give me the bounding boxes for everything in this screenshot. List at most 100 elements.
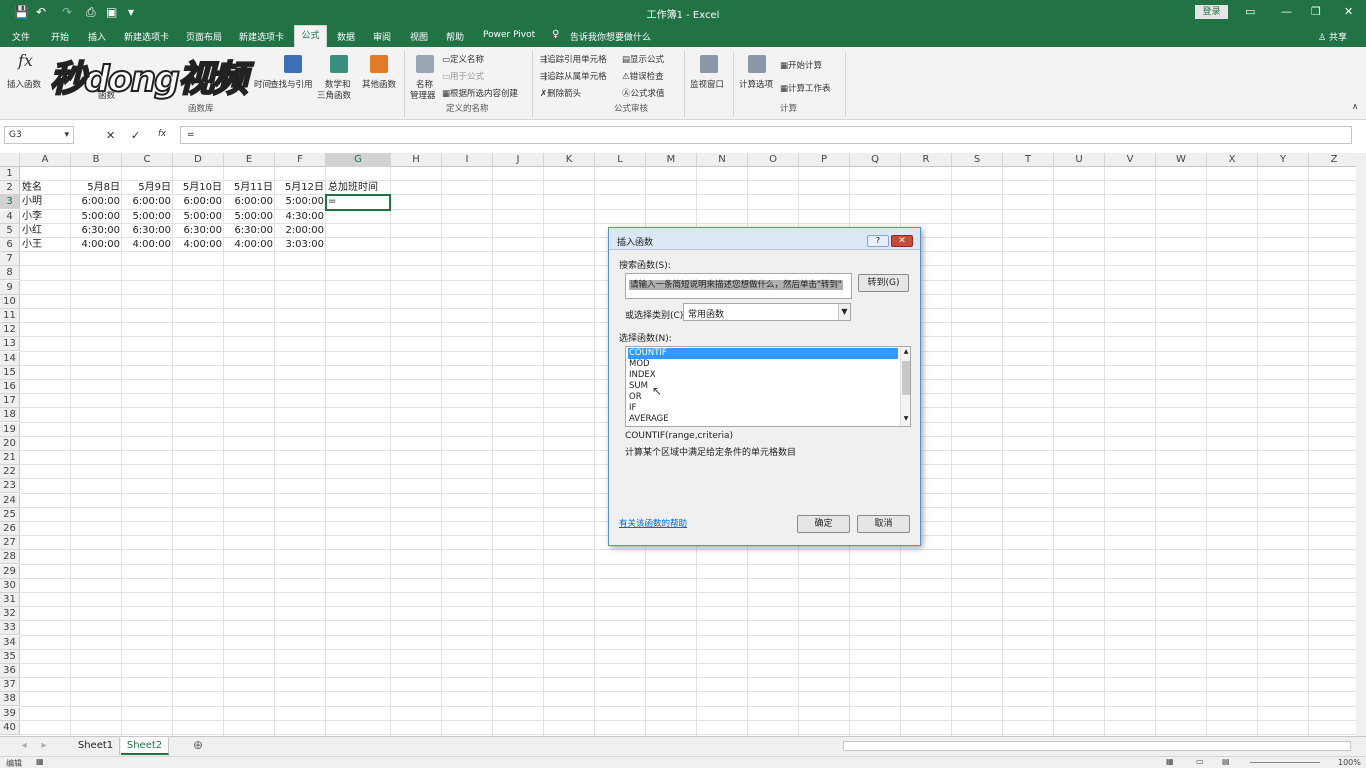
maximize-icon[interactable]: ❐ <box>1311 5 1321 18</box>
row-header[interactable]: 39 <box>0 706 20 721</box>
cell[interactable]: 6:00:00 <box>122 195 171 209</box>
column-header[interactable]: X <box>1207 153 1258 167</box>
cell[interactable]: 4:00:00 <box>224 238 273 252</box>
row-header[interactable]: 23 <box>0 479 20 494</box>
row-header[interactable]: 25 <box>0 507 20 522</box>
column-header[interactable]: V <box>1105 153 1156 167</box>
insert-function-button[interactable]: 插入函数 <box>7 78 41 90</box>
row-header[interactable]: 18 <box>0 408 20 423</box>
row-header[interactable]: 5 <box>0 223 20 238</box>
row-header[interactable]: 30 <box>0 578 20 593</box>
row-header[interactable]: 3 <box>0 195 20 210</box>
row-header[interactable]: 17 <box>0 394 20 409</box>
row-header[interactable]: 22 <box>0 465 20 480</box>
cell[interactable]: 5:00:00 <box>224 210 273 224</box>
cell[interactable]: 6:30:00 <box>224 224 273 238</box>
row-header[interactable]: 40 <box>0 720 20 735</box>
cell[interactable]: 小红 <box>22 224 42 238</box>
cell[interactable]: 小李 <box>22 210 42 224</box>
column-header[interactable]: A <box>20 153 71 167</box>
row-header[interactable]: 2 <box>0 181 20 196</box>
column-header[interactable]: Q <box>850 153 901 167</box>
row-header[interactable]: 16 <box>0 380 20 394</box>
function-list[interactable]: COUNTIF MOD INDEX SUM OR IF AVERAGE ▲ ▼ <box>625 346 911 427</box>
row-header[interactable]: 19 <box>0 422 20 437</box>
close-icon[interactable]: ✕ <box>891 235 913 247</box>
row-header[interactable]: 28 <box>0 550 20 565</box>
row-header[interactable]: 9 <box>0 280 20 295</box>
page-break-view-icon[interactable]: ▤ <box>1222 757 1230 766</box>
column-header[interactable]: T <box>1003 153 1054 167</box>
column-header[interactable]: C <box>122 153 173 167</box>
share-button[interactable]: ♙ 共享 <box>1318 30 1347 43</box>
row-header[interactable]: 14 <box>0 351 20 366</box>
cell[interactable]: 6:30:00 <box>71 224 120 238</box>
row-header[interactable]: 10 <box>0 294 20 309</box>
tab-help[interactable]: 帮助 <box>446 30 464 43</box>
cell[interactable]: 5月9日 <box>122 181 171 195</box>
cell[interactable]: 5月10日 <box>173 181 222 195</box>
column-header[interactable]: I <box>442 153 493 167</box>
cell[interactable]: 5:00:00 <box>275 195 324 209</box>
add-sheet-icon[interactable]: ⊕ <box>190 737 206 755</box>
column-header[interactable]: B <box>71 153 122 167</box>
insert-function-icon[interactable]: fx <box>158 129 166 139</box>
cell[interactable]: 5月12日 <box>275 181 324 195</box>
column-header[interactable]: E <box>224 153 275 167</box>
math-trig-button-line2[interactable]: 三角函数 <box>317 89 351 101</box>
cell[interactable]: 4:00:00 <box>173 238 222 252</box>
row-header[interactable]: 35 <box>0 649 20 664</box>
column-header[interactable]: F <box>275 153 326 167</box>
enter-icon[interactable]: ✓ <box>131 129 140 142</box>
row-header[interactable]: 27 <box>0 536 20 551</box>
tab-review[interactable]: 审阅 <box>373 30 391 43</box>
cell[interactable]: 小王 <box>22 238 42 252</box>
normal-view-icon[interactable]: ▦ <box>1166 757 1174 766</box>
cell[interactable]: 5:00:00 <box>122 210 171 224</box>
row-header[interactable]: 13 <box>0 337 20 352</box>
column-header[interactable]: R <box>901 153 952 167</box>
tab-view[interactable]: 视图 <box>410 30 428 43</box>
tab-file[interactable]: 文件 <box>12 30 30 43</box>
select-all-corner[interactable] <box>0 153 20 167</box>
column-header[interactable]: P <box>799 153 850 167</box>
ribbon-display-icon[interactable]: ▭ <box>1245 5 1255 18</box>
column-header[interactable]: U <box>1054 153 1105 167</box>
chevron-down-icon[interactable]: ▼ <box>838 304 850 320</box>
row-header[interactable]: 33 <box>0 621 20 636</box>
category-select[interactable]: 常用函数 <box>683 303 851 321</box>
column-header[interactable]: H <box>391 153 442 167</box>
column-header[interactable]: M <box>646 153 697 167</box>
row-header[interactable]: 8 <box>0 266 20 281</box>
sheet-tab-sheet1[interactable]: Sheet1 <box>72 737 120 755</box>
horizontal-scrollbar[interactable] <box>843 741 1351 751</box>
column-header[interactable]: D <box>173 153 224 167</box>
row-header[interactable]: 20 <box>0 436 20 451</box>
search-input[interactable]: 请输入一条简短说明来描述您想做什么，然后单击"转到" <box>625 273 852 299</box>
scroll-thumb[interactable] <box>902 361 910 395</box>
cell[interactable]: 小明 <box>22 195 42 209</box>
row-header[interactable]: 31 <box>0 593 20 607</box>
cell[interactable]: 4:30:00 <box>275 210 324 224</box>
more-functions-button[interactable]: 其他函数 <box>362 78 396 90</box>
page-layout-view-icon[interactable]: ▭ <box>1196 757 1204 766</box>
name-box[interactable]: G3 ▾ <box>4 126 74 144</box>
cell[interactable]: 6:00:00 <box>173 195 222 209</box>
cell[interactable]: 5:00:00 <box>71 210 120 224</box>
cell[interactable]: 6:00:00 <box>71 195 120 209</box>
lookup-reference-button[interactable]: 查找与引用 <box>270 78 313 90</box>
name-manager-line2[interactable]: 管理器 <box>410 89 436 101</box>
calc-options-button[interactable]: 计算选项 <box>739 78 773 90</box>
cancel-button[interactable]: 取消 <box>857 515 910 533</box>
macro-record-icon[interactable]: ▦ <box>36 757 44 766</box>
ok-button[interactable]: 确定 <box>797 515 850 533</box>
tab-data[interactable]: 数据 <box>337 30 355 43</box>
cell[interactable]: 6:00:00 <box>224 195 273 209</box>
minimize-icon[interactable]: — <box>1281 5 1292 18</box>
tab-new-2[interactable]: 新建选项卡 <box>239 30 284 43</box>
watch-window-button[interactable]: 监视窗口 <box>690 78 724 90</box>
list-item[interactable]: MOD <box>628 359 898 370</box>
column-header[interactable]: Y <box>1258 153 1309 167</box>
prev-sheet-icon[interactable]: ◂ <box>18 737 30 755</box>
column-header[interactable]: G <box>326 153 391 167</box>
